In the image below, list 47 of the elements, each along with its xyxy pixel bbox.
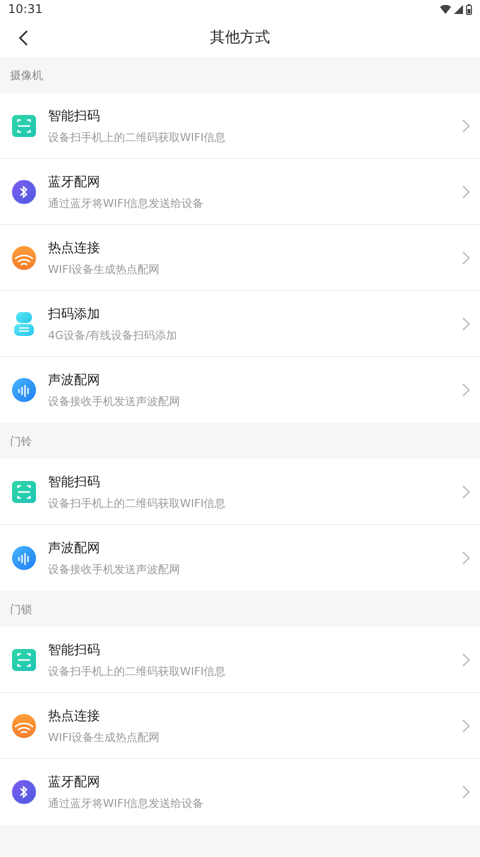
- chevron-right-icon: [462, 784, 470, 798]
- method-description: 4G设备/有线设备扫码添加: [48, 328, 178, 342]
- chevron-right-icon: [462, 484, 470, 498]
- chevron-right-icon: [462, 184, 470, 198]
- method-title: 扫码添加: [48, 306, 101, 322]
- sound-wave-icon: [10, 544, 38, 572]
- method-title: 蓝牙配网: [48, 174, 101, 190]
- method-title: 智能扫码: [48, 474, 101, 490]
- method-item[interactable]: 声波配网 设备接收手机发送声波配网: [0, 525, 480, 591]
- method-title: 蓝牙配网: [48, 774, 101, 790]
- method-description: 通过蓝牙将WIFI信息发送给设备: [48, 196, 205, 210]
- method-description: WIFI设备生成热点配网: [48, 730, 161, 744]
- method-description: 设备扫手机上的二维码获取WIFI信息: [48, 496, 227, 510]
- method-title: 热点连接: [48, 240, 101, 256]
- wifi-icon: [10, 712, 38, 740]
- method-title: 智能扫码: [48, 108, 101, 124]
- chevron-right-icon: [462, 718, 470, 732]
- chevron-right-icon: [462, 550, 470, 564]
- chevron-right-icon: [462, 118, 470, 132]
- method-item[interactable]: 蓝牙配网 通过蓝牙将WIFI信息发送给设备: [0, 759, 480, 825]
- section-header: 门锁: [10, 602, 32, 616]
- battery-icon: [466, 4, 472, 14]
- sound-wave-icon: [10, 376, 38, 404]
- method-description: 设备接收手机发送声波配网: [48, 394, 181, 408]
- wifi-signal-icon: [440, 4, 451, 14]
- chevron-right-icon: [462, 250, 470, 264]
- method-description: 通过蓝牙将WIFI信息发送给设备: [48, 796, 205, 810]
- bluetooth-icon: [10, 778, 38, 806]
- chevron-right-icon: [462, 382, 470, 396]
- wifi-icon: [10, 244, 38, 272]
- method-description: 设备扫手机上的二维码获取WIFI信息: [48, 664, 227, 678]
- method-title: 智能扫码: [48, 642, 101, 658]
- page-title: 其他方式: [210, 28, 270, 47]
- method-description: WIFI设备生成热点配网: [48, 262, 161, 276]
- method-title: 声波配网: [48, 540, 101, 556]
- chevron-right-icon: [462, 316, 470, 330]
- method-description: 设备接收手机发送声波配网: [48, 562, 181, 576]
- method-title: 声波配网: [48, 372, 101, 388]
- clock: 10:31: [8, 2, 43, 16]
- cell-signal-icon: [454, 4, 463, 14]
- method-item[interactable]: 声波配网 设备接收手机发送声波配网: [0, 357, 480, 423]
- method-description: 设备扫手机上的二维码获取WIFI信息: [48, 130, 227, 144]
- section-header: 门铃: [10, 434, 32, 448]
- chevron-right-icon: [462, 652, 470, 666]
- method-title: 热点连接: [48, 708, 101, 724]
- bluetooth-icon: [10, 178, 38, 206]
- section-header: 摄像机: [10, 68, 43, 82]
